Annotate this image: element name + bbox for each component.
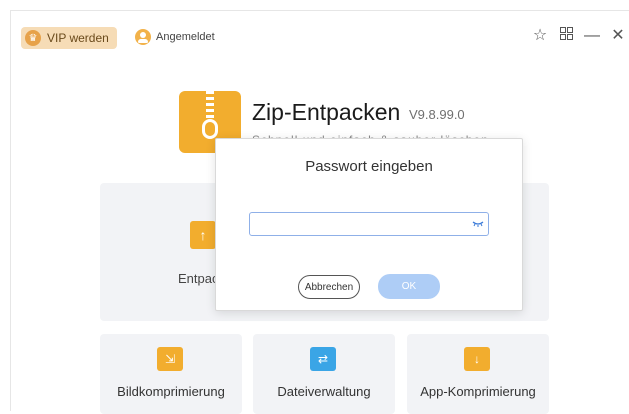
grid-icon[interactable] [558, 27, 574, 45]
minimize-icon[interactable]: — [584, 27, 600, 45]
image-compress-label: Bildkomprimierung [117, 384, 225, 399]
password-dialog: Passwort eingeben Abbrechen OK [215, 138, 523, 311]
login-status[interactable]: Angemeldet [135, 29, 215, 45]
window-controls: ☆ — ✕ [532, 27, 626, 45]
app-title: Zip-Entpacken [252, 99, 401, 125]
close-icon[interactable]: ✕ [610, 27, 626, 45]
ok-button[interactable]: OK [378, 274, 440, 299]
eye-closed-icon[interactable] [472, 219, 484, 229]
file-manager-label: Dateiverwaltung [277, 384, 371, 399]
file-manager-card[interactable]: ⇄ Dateiverwaltung [253, 334, 395, 414]
crown-icon: ♛ [25, 30, 41, 46]
user-avatar-icon [135, 29, 151, 45]
app-compress-card[interactable]: ↓ App-Komprimierung [407, 334, 549, 414]
login-label: Angemeldet [156, 31, 215, 43]
dialog-title: Passwort eingeben [305, 158, 433, 175]
app-compress-label: App-Komprimierung [420, 384, 536, 399]
image-compress-card[interactable]: ⇲ Bildkomprimierung [100, 334, 242, 414]
star-icon[interactable]: ☆ [532, 27, 548, 45]
image-compress-icon: ⇲ [157, 347, 183, 371]
unpack-card-label: Entpac [178, 271, 219, 286]
app-version: V9.8.99.0 [409, 107, 465, 122]
zip-icon [206, 91, 214, 119]
file-manager-icon: ⇄ [310, 347, 336, 371]
app-compress-icon: ↓ [464, 347, 490, 371]
folder-upload-icon: ↑ [190, 221, 216, 249]
password-input[interactable] [249, 212, 489, 236]
app-window: ♛ VIP werden Angemeldet ☆ — ✕ Zip-Entpac… [10, 10, 629, 414]
vip-button[interactable]: ♛ VIP werden [21, 27, 117, 49]
cancel-button[interactable]: Abbrechen [298, 275, 360, 299]
vip-label: VIP werden [47, 31, 109, 45]
